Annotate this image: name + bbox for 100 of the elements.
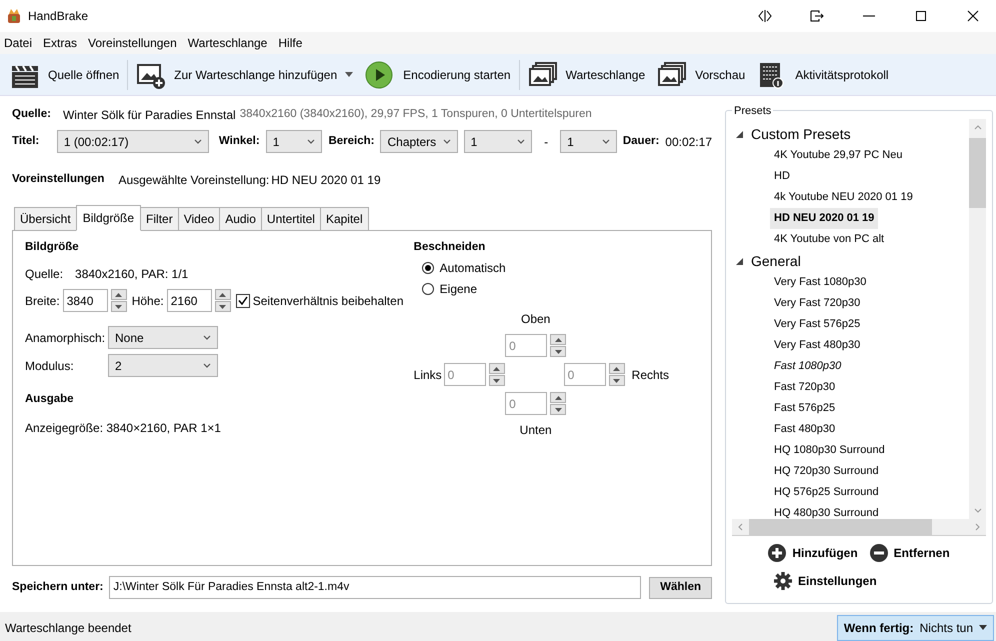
tab[interactable]: Untertitel — [260, 207, 321, 231]
preset-item[interactable]: Fast 480p30 — [770, 419, 840, 440]
field-label: Ausgewählte Voreinstellung: — [118, 172, 270, 189]
preset-item[interactable]: 4K Youtube von PC alt — [770, 229, 888, 250]
field-label: Winkel: — [218, 134, 260, 149]
tab[interactable]: Filter — [140, 207, 179, 231]
modulus-dropdown[interactable]: 2 — [108, 354, 218, 378]
preset-item[interactable]: Very Fast 720p30 — [770, 293, 864, 314]
toolbar-button[interactable]: Quelle öffnen — [4, 56, 126, 92]
height-input[interactable]: 2160 — [166, 289, 212, 312]
up-arrow-icon — [219, 292, 226, 297]
when-done-button[interactable]: Wenn fertig: Nichts tun — [836, 614, 994, 640]
field-label: Breite: — [25, 292, 60, 310]
menu-item[interactable]: Datei — [0, 34, 36, 52]
toolbar-button[interactable]: Vorschau — [651, 56, 752, 92]
toolbar-button[interactable]: Zur Warteschlange hinzufügen — [130, 56, 360, 92]
tab[interactable]: Kapitel — [320, 207, 369, 231]
tree-group[interactable]: Custom Presets — [751, 124, 851, 144]
scrollbar-thumb[interactable] — [969, 138, 986, 208]
vertical-scrollbar[interactable] — [969, 119, 986, 519]
spin-down-button[interactable] — [214, 301, 231, 312]
expanded-triangle-icon[interactable] — [736, 130, 743, 138]
angle-dropdown[interactable]: 1 — [266, 130, 322, 153]
preset-item[interactable]: 4k Youtube NEU 2020 01 19 — [770, 187, 917, 208]
preset-item[interactable]: Very Fast 576p25 — [770, 314, 864, 335]
preset-item[interactable]: Fast 576p25 — [770, 398, 840, 419]
toolbar-button[interactable]: Encodierung starten — [359, 56, 517, 92]
width-input[interactable]: 3840 — [62, 289, 108, 312]
preset-item[interactable]: Very Fast 480p30 — [770, 335, 864, 356]
down-arrow-icon — [613, 378, 620, 383]
tab[interactable]: Bildgröße — [76, 205, 142, 231]
chevron-left-icon — [738, 523, 743, 531]
down-arrow-icon — [219, 304, 226, 309]
toolbar-button[interactable]: Warteschlange — [522, 56, 652, 92]
menu-item[interactable]: Extras — [39, 34, 82, 52]
source-resolution: 3840x2160, PAR: 1/1 — [75, 266, 188, 284]
chevron-down-icon — [442, 139, 451, 144]
chevron-down-icon — [307, 139, 316, 144]
range-start-dropdown[interactable]: 1 — [464, 130, 532, 153]
save-path-input[interactable]: J:\Winter Sölk Für Paradies Ennsta alt2-1.m4v — [109, 576, 642, 599]
tab[interactable]: Übersicht — [14, 207, 77, 231]
anamorphic-dropdown[interactable]: None — [108, 326, 218, 350]
range-type-dropdown[interactable]: Chapters — [380, 130, 458, 153]
image-stack-icon — [528, 60, 558, 88]
checkbox[interactable] — [236, 294, 250, 308]
preset-item[interactable]: 4K Youtube 29,97 PC Neu — [770, 145, 906, 166]
preset-item[interactable]: HD — [770, 166, 794, 187]
close-icon — [966, 9, 980, 23]
field-label: Speichern unter: — [12, 580, 104, 595]
caret-down-icon — [345, 72, 354, 77]
tab[interactable]: Video — [178, 207, 220, 231]
preset-item[interactable]: HQ 1080p30 Surround — [770, 440, 889, 461]
down-arrow-icon — [493, 378, 500, 383]
toolbar-button[interactable]: Aktivitätsprotokoll — [751, 56, 895, 92]
chevron-down-icon — [194, 139, 202, 144]
maximize-icon — [914, 9, 928, 23]
preset-item[interactable]: HQ 480p30 Surround — [770, 503, 883, 519]
chevron-down-icon — [203, 335, 211, 340]
preset-item[interactable]: Very Fast 1080p30 — [770, 272, 870, 293]
browse-button[interactable]: Wählen — [649, 576, 712, 598]
caret-down-icon — [979, 625, 987, 630]
spin-up-button[interactable] — [214, 289, 231, 300]
spin-up-button[interactable] — [110, 289, 127, 300]
display-size-text: Anzeigegröße: 3840×2160, PAR 1×1 — [25, 420, 222, 436]
preset-action-button[interactable]: Einstellungen — [774, 572, 877, 590]
title-dropdown[interactable]: 1 (00:02:17) — [56, 130, 209, 153]
preset-action-button[interactable]: Hinzufügen — [768, 544, 858, 562]
preset-name: HD NEU 2020 01 19 — [271, 172, 381, 189]
preset-item[interactable]: HQ 720p30 Surround — [770, 461, 883, 482]
horizontal-scrollbar[interactable] — [732, 519, 986, 536]
field-label: Titel: — [12, 134, 40, 149]
spin-down-button[interactable] — [110, 301, 127, 312]
field-label: Oben — [520, 311, 550, 328]
field-label: Voreinstellungen — [12, 172, 104, 188]
chevron-up-icon — [974, 125, 982, 130]
tab[interactable]: Audio — [219, 207, 262, 231]
scrollbar-thumb[interactable] — [749, 518, 932, 536]
section-title: Ausgabe — [25, 392, 75, 408]
field-label: Höhe: — [132, 292, 164, 310]
chevron-right-icon — [975, 523, 980, 531]
source-info: 3840x2160 (3840x2160), 29,97 FPS, 1 Tonspuren, 0 Untertitelspuren — [240, 107, 592, 122]
menu-item[interactable]: Warteschlange — [184, 34, 272, 52]
up-arrow-icon — [554, 396, 562, 400]
menu-item[interactable]: Voreinstellungen — [84, 34, 181, 52]
menu-item[interactable]: Hilfe — [274, 34, 306, 52]
field-label: Anamorphisch: — [25, 330, 106, 347]
field-label: Rechts — [632, 366, 670, 384]
preset-item[interactable]: HD NEU 2020 01 19 — [770, 208, 878, 229]
up-arrow-icon — [493, 366, 500, 371]
section-title: Bildgröße — [25, 240, 80, 255]
range-end-dropdown[interactable]: 1 — [560, 130, 617, 153]
preset-item[interactable]: Fast 1080p30 — [770, 356, 846, 377]
tree-group[interactable]: General — [751, 250, 801, 272]
preset-item[interactable]: Fast 720p30 — [770, 377, 840, 398]
split-view-icon — [758, 9, 772, 23]
duration-value: 00:02:17 — [665, 134, 712, 150]
range-separator: - — [544, 134, 548, 150]
expanded-triangle-icon[interactable] — [736, 258, 743, 264]
preset-action-button[interactable]: Entfernen — [870, 544, 950, 562]
preset-item[interactable]: HQ 576p25 Surround — [770, 482, 883, 503]
